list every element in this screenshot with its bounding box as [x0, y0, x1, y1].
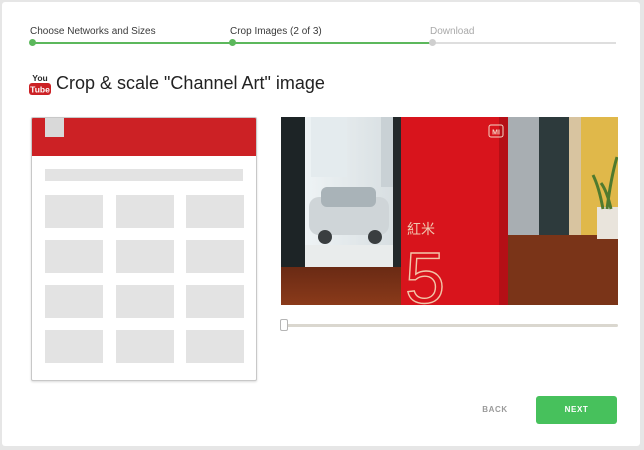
step-choose-networks[interactable]: Choose Networks and Sizes	[30, 26, 156, 37]
step-download: Download	[430, 26, 475, 37]
preview-thumbnail	[116, 285, 174, 318]
crop-image-area[interactable]: MI 紅米 5	[281, 117, 618, 305]
preview-banner	[32, 118, 256, 156]
zoom-slider-handle[interactable]	[280, 319, 288, 331]
preview-title-bar	[45, 169, 243, 181]
youtube-logo-text-bottom: Tube	[30, 85, 50, 95]
preview-thumbnail	[45, 195, 103, 228]
step-dot-download	[429, 39, 436, 46]
preview-thumbnail	[45, 330, 103, 363]
youtube-logo-text-top: You	[32, 73, 47, 83]
step-dot-crop	[229, 39, 236, 46]
zoom-slider-track[interactable]	[284, 324, 618, 327]
preview-thumbnail	[186, 240, 244, 273]
preview-thumbnail	[186, 195, 244, 228]
box-number-text: 5	[405, 239, 445, 305]
box-brand-text: MI	[492, 130, 500, 137]
box-chinese-text: 紅米	[407, 222, 435, 238]
step-dot-choose	[29, 39, 36, 46]
preview-thumbnail	[45, 285, 103, 318]
preview-avatar	[45, 118, 64, 137]
preview-thumbnail	[45, 240, 103, 273]
preview-thumbnail	[186, 330, 244, 363]
main-card: Choose Networks and Sizes Crop Images (2…	[2, 2, 640, 446]
preview-thumbnail	[186, 285, 244, 318]
page-title: Crop & scale "Channel Art" image	[56, 73, 325, 93]
crop-image: MI 紅米 5	[281, 117, 618, 305]
preview-thumbnail	[116, 330, 174, 363]
back-button[interactable]: BACK	[472, 396, 518, 424]
preview-thumbnail	[116, 195, 174, 228]
youtube-logo-icon: You Tube	[29, 73, 51, 95]
channel-preview	[31, 117, 257, 381]
next-button[interactable]: NEXT	[536, 396, 617, 424]
preview-thumbnail	[116, 240, 174, 273]
step-crop-images: Crop Images (2 of 3)	[230, 26, 322, 37]
